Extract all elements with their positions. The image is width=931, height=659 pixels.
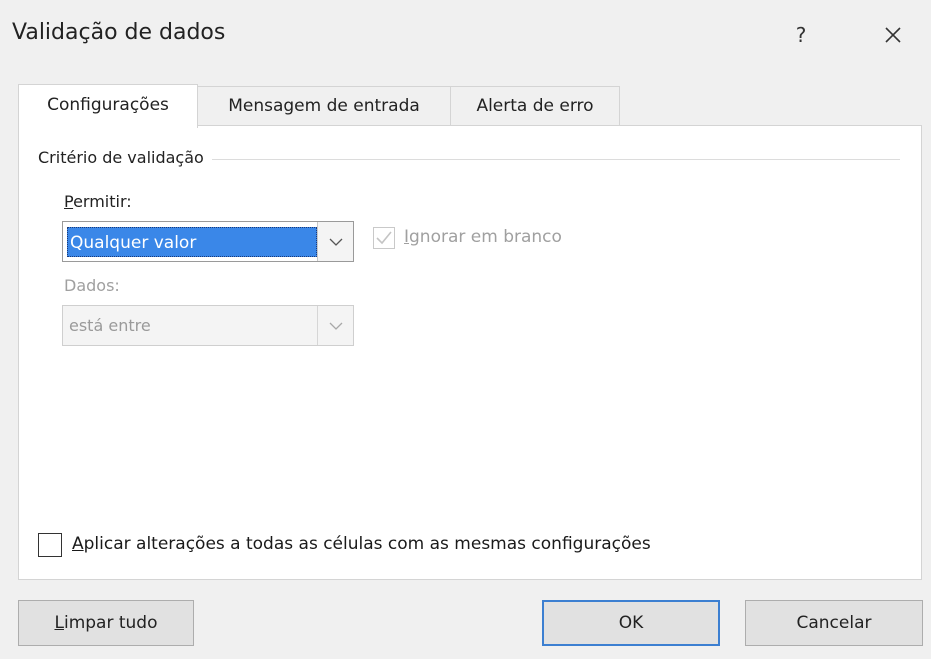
dados-dropdown: está entre: [62, 305, 354, 346]
limpar-label-text: impar tudo: [63, 613, 158, 633]
chevron-down-icon: [329, 322, 343, 330]
aplicar-alteracoes-label[interactable]: Aplicar alterações a todas as células co…: [72, 534, 651, 554]
permitir-label-text: ermitir:: [73, 192, 132, 211]
limpar-tudo-button[interactable]: Limpar tudo: [18, 600, 194, 646]
aplicar-label-text: plicar alterações a todas as células com…: [83, 534, 651, 554]
aplicar-mnemonic: A: [72, 534, 84, 554]
tab-configuracoes[interactable]: Configurações: [18, 84, 198, 128]
dados-selected-value: está entre: [69, 316, 151, 335]
dados-label: Dados:: [64, 276, 120, 295]
cancel-button[interactable]: Cancelar: [745, 600, 923, 646]
permitir-label: Permitir:: [64, 192, 132, 211]
permitir-mnemonic: P: [64, 192, 74, 211]
dialog-title: Validação de dados: [12, 20, 226, 45]
tab-mensagem-de-entrada[interactable]: Mensagem de entrada: [197, 86, 451, 126]
permitir-dropdown-arrow[interactable]: [317, 222, 353, 261]
limpar-mnemonic: L: [54, 613, 64, 633]
close-icon: [885, 27, 901, 43]
help-button[interactable]: ?: [786, 18, 816, 52]
validation-criteria-label: Critério de validação: [38, 148, 212, 167]
ignorar-label-text: gnorar em branco: [409, 227, 562, 247]
title-bar: Validação de dados ?: [0, 0, 931, 70]
checkmark-icon: [376, 231, 392, 245]
settings-panel: [18, 125, 922, 580]
ignorar-em-branco-label: Ignorar em branco: [404, 227, 562, 247]
permitir-selected-value: Qualquer valor: [67, 227, 317, 257]
close-button[interactable]: [876, 18, 910, 52]
ignorar-em-branco-checkbox[interactable]: [373, 227, 395, 249]
tab-alerta-de-erro[interactable]: Alerta de erro: [450, 86, 620, 126]
dados-dropdown-arrow: [317, 306, 353, 345]
aplicar-alteracoes-checkbox[interactable]: [38, 533, 62, 557]
ok-button[interactable]: OK: [542, 600, 720, 646]
permitir-dropdown[interactable]: Qualquer valor: [62, 221, 354, 262]
chevron-down-icon: [329, 238, 343, 246]
